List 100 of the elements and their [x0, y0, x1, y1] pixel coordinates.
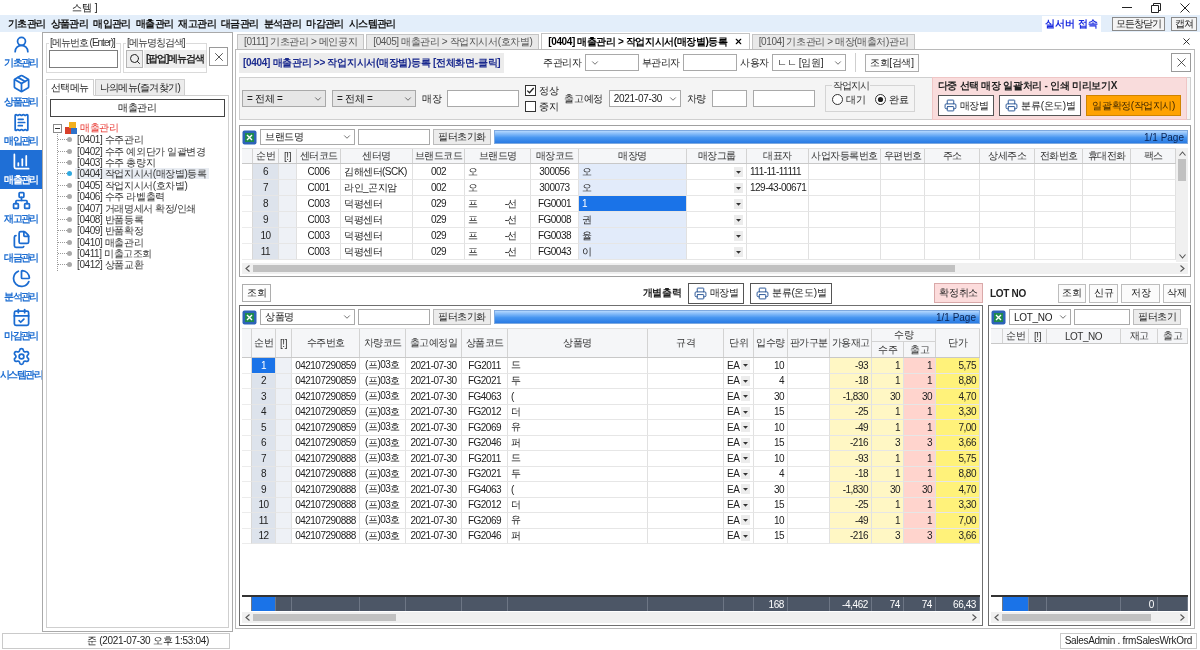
dropdown-cell[interactable]: EA [724, 513, 754, 529]
print-button[interactable]: 매장별 [687, 282, 745, 304]
tab[interactable]: [0404] 매출관리 > 작업지시서(매장별)등록 [541, 33, 750, 49]
toolbar-button[interactable]: 신규 [1089, 283, 1118, 303]
sidebar-item[interactable]: 분석관리 [0, 267, 42, 306]
tab[interactable]: 선택메뉴 [46, 79, 94, 96]
dropdown-cell[interactable]: EA [724, 451, 754, 467]
sidebar-item[interactable]: 기초관리 [0, 33, 42, 72]
dropdown-cell[interactable]: EA [724, 389, 754, 405]
vehicle-code-field[interactable] [712, 90, 747, 107]
menu-group-button[interactable]: 매출관리 [50, 99, 225, 117]
tree-item[interactable]: [0408] 반품등록 [75, 213, 146, 225]
restore-icon[interactable] [1151, 2, 1161, 13]
spreadsheet-icon[interactable] [991, 309, 1006, 325]
scrollbar-thumb[interactable] [1178, 159, 1186, 181]
capture-button[interactable]: 캡쳐 [1171, 16, 1197, 31]
tree-item[interactable]: [0406] 수주 라벨출력 [75, 191, 167, 203]
horizontal-scrollbar[interactable] [991, 612, 1188, 623]
dropdown-cell[interactable] [687, 196, 747, 212]
menu-item[interactable]: 시스템관리 [347, 15, 397, 32]
dropdown-cell[interactable]: EA [724, 358, 754, 374]
store-field[interactable] [447, 90, 520, 107]
dropdown-cell[interactable]: EA [724, 420, 754, 436]
dropdown-cell[interactable] [687, 244, 747, 260]
sub-manager-field[interactable] [683, 54, 738, 71]
chevron-left-icon[interactable] [245, 265, 250, 272]
chevron-right-icon[interactable] [1180, 265, 1185, 272]
tree-item[interactable]: [0405] 작업지시서(호차별) [75, 179, 190, 191]
cancel-confirm-button[interactable]: 확정취소 [934, 283, 983, 303]
filter-reset-button[interactable]: 필터초기화 [433, 309, 491, 325]
form-title[interactable]: [0404] 매출관리 >> 작업지시서(매장별)등록 [전체화면-클릭] [239, 52, 505, 73]
filter-column-select[interactable]: LOT_NO [1009, 309, 1071, 325]
close-all-button[interactable]: 모든창닫기 [1112, 16, 1165, 31]
menu-item[interactable]: 마감관리 [305, 15, 345, 32]
tab[interactable]: 나의메뉴(즐겨찾기) [94, 79, 186, 96]
confirm-button[interactable]: 일괄확정(작업지시) [1086, 95, 1181, 116]
close-icon[interactable] [733, 37, 743, 46]
chevron-right-icon[interactable] [972, 614, 977, 621]
chevron-up-icon[interactable] [1178, 151, 1186, 156]
tree-item[interactable]: [0402] 수주 예외단가 일괄변경 [75, 145, 208, 157]
sidebar-item[interactable]: 매출관리 [0, 150, 42, 189]
filter-column-select[interactable]: 상품명 [260, 309, 355, 325]
tab[interactable]: [0104] 기초관리 > 매장(매출처)관리 [751, 34, 916, 49]
tree-toggle-icon[interactable] [53, 123, 62, 133]
tree-item[interactable]: [0411] 미출고조회 [75, 248, 155, 260]
tree-item[interactable]: [0404] 작업지시서(매장별)등록 [75, 168, 209, 180]
tree-item[interactable]: [0403] 수주 총량지 [75, 156, 158, 168]
user-select[interactable]: ㄴㄴ [임원] [771, 54, 846, 71]
sidebar-item[interactable]: 재고관리 [0, 189, 42, 228]
search-button[interactable]: 조회[검색] [864, 53, 919, 72]
horizontal-scrollbar[interactable] [242, 612, 980, 623]
horizontal-scrollbar[interactable] [242, 263, 1188, 274]
menu-item[interactable]: 기초관리 [7, 15, 47, 32]
menu-item[interactable]: 분석관리 [262, 15, 303, 32]
menu-item[interactable]: 매입관리 [92, 15, 132, 32]
checkbox[interactable] [525, 85, 537, 96]
filter-reset-button[interactable]: 필터초기 [1133, 309, 1182, 325]
toolbar-button[interactable]: 삭제 [1163, 283, 1191, 303]
tree-item[interactable]: [0401] 수주관리 [75, 134, 146, 146]
filter-field[interactable] [1074, 309, 1130, 325]
close-icon[interactable] [1181, 35, 1192, 47]
scrollbar-thumb[interactable] [1002, 614, 1151, 621]
filter-field[interactable] [358, 129, 430, 145]
dropdown-cell[interactable] [687, 212, 747, 228]
toolbar-button[interactable]: 조회 [1058, 283, 1086, 303]
tree-item[interactable]: 매출관리 [80, 121, 119, 135]
filter-field[interactable] [358, 309, 430, 325]
scrollbar-thumb[interactable] [253, 614, 397, 621]
dropdown-cell[interactable] [687, 180, 747, 196]
radio-button[interactable] [875, 94, 887, 105]
menu-item[interactable]: 매출관리 [134, 15, 175, 32]
tab[interactable]: [0405] 매출관리 > 작업지시서(호차별) [366, 34, 540, 49]
spreadsheet-icon[interactable] [242, 129, 257, 145]
dropdown-cell[interactable] [687, 228, 747, 244]
dropdown-cell[interactable]: EA [724, 482, 754, 498]
search-button[interactable] [126, 50, 143, 68]
print-button[interactable]: 분류(온도)별 [999, 95, 1082, 116]
chevron-down-icon[interactable] [1178, 254, 1186, 259]
chevron-left-icon[interactable] [245, 614, 250, 621]
menu-number-field[interactable] [49, 50, 118, 68]
sidebar-item[interactable]: 대금관리 [0, 228, 42, 267]
popup-search-button[interactable]: [팝업]메뉴검색 [144, 50, 206, 68]
print-button[interactable]: 매장별 [937, 95, 995, 116]
tree-item[interactable]: [0409] 반품확정 [75, 225, 146, 237]
filter-column-select[interactable]: 브랜드명 [260, 129, 355, 145]
filter-select[interactable]: = 전체 = [332, 90, 416, 107]
vertical-scrollbar[interactable] [1176, 148, 1188, 262]
vehicle-name-field[interactable] [753, 90, 815, 107]
filter-select[interactable]: = 전체 = [242, 90, 326, 107]
menu-item[interactable]: 대금관리 [220, 15, 260, 32]
menu-item[interactable]: 재고관리 [177, 15, 218, 32]
query-button[interactable]: 조회 [242, 284, 272, 302]
dropdown-cell[interactable] [687, 164, 747, 180]
chevron-left-icon[interactable] [994, 614, 999, 621]
close-icon[interactable] [1180, 2, 1190, 13]
menu-item[interactable]: 상품관리 [49, 15, 90, 32]
toolbar-button[interactable]: 저장 [1121, 283, 1160, 303]
print-button[interactable]: 분류(온도)별 [750, 282, 833, 304]
sidebar-item[interactable]: 마감관리 [0, 306, 42, 345]
filter-reset-button[interactable]: 필터초기화 [433, 129, 491, 145]
